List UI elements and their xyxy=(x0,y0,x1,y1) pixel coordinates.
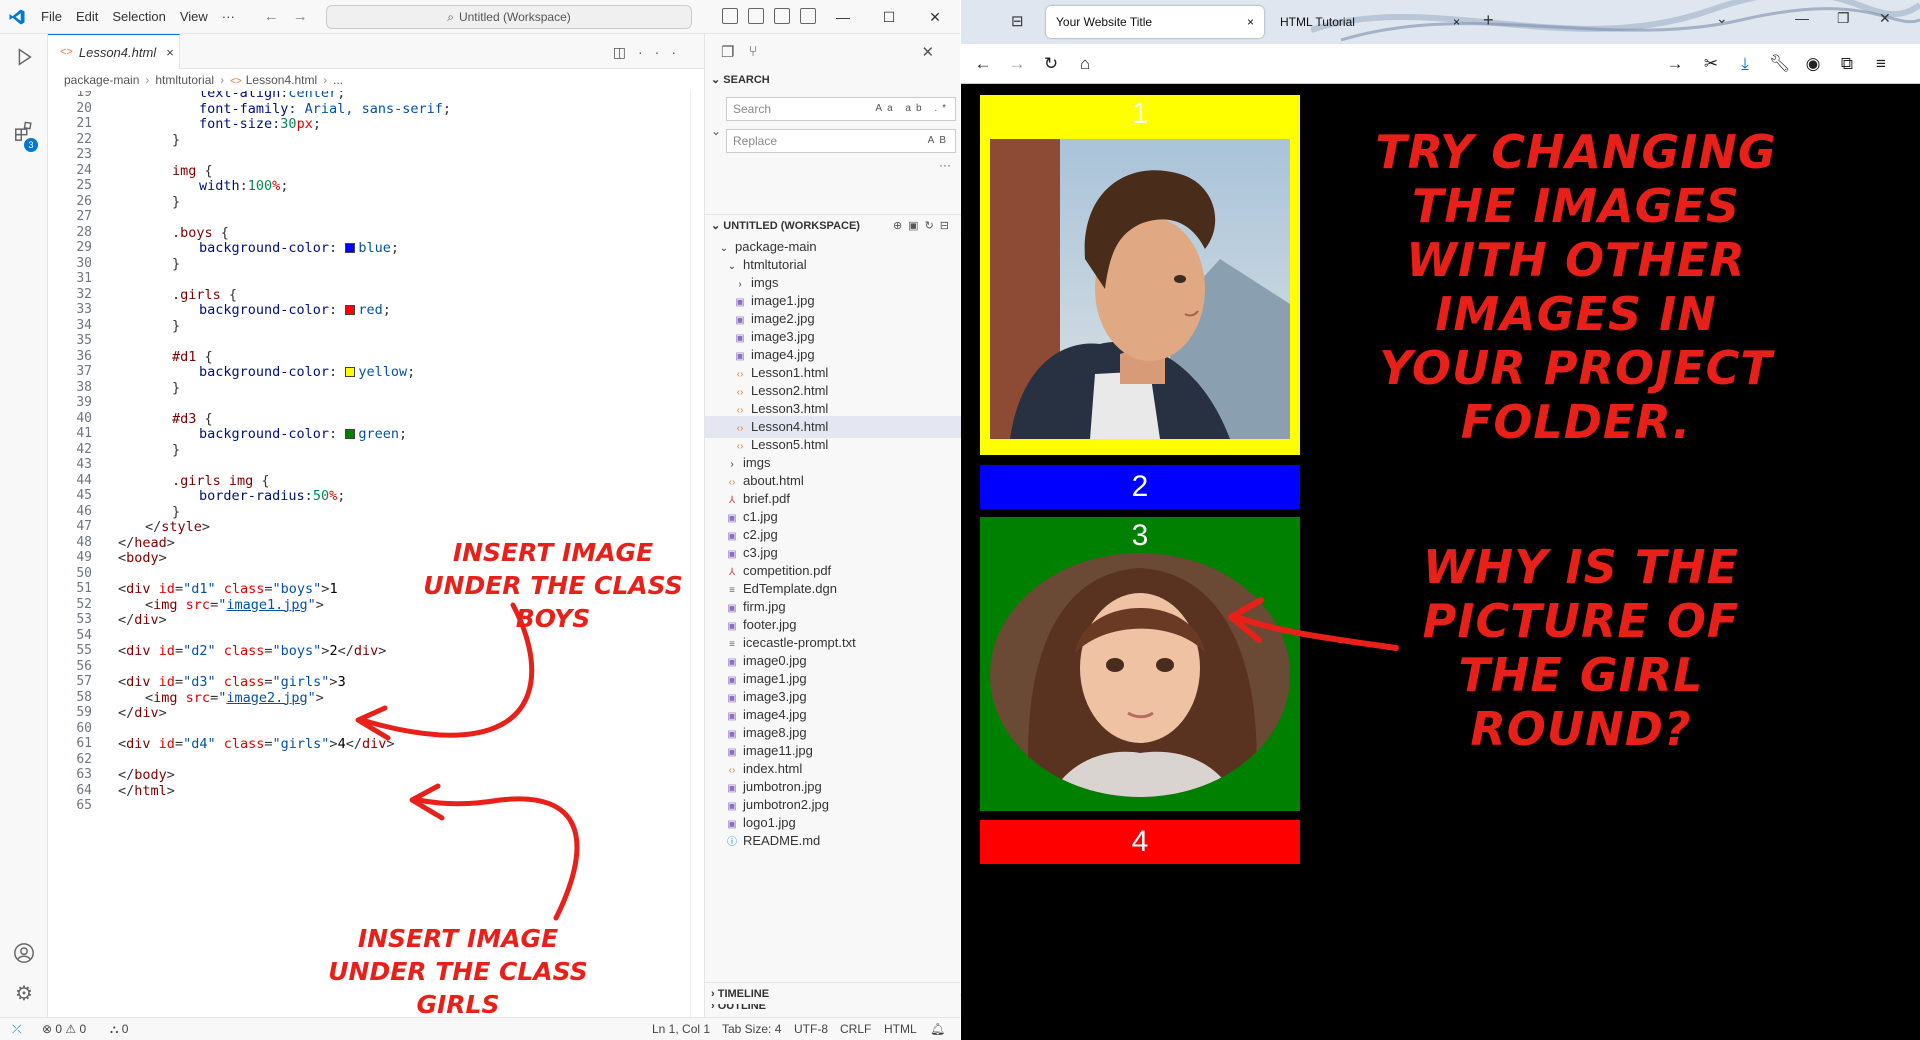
explorer-actions-icon[interactable]: ⊕▣↻⊟ xyxy=(893,215,955,237)
tree-item-label: icecastle-prompt.txt xyxy=(743,635,856,650)
tree-item-label: README.md xyxy=(743,833,821,848)
tree-item-label: competition.pdf xyxy=(743,563,832,578)
replace-input-placeholder: Replace xyxy=(733,134,778,148)
browser-tab-label: Your Website Title xyxy=(1056,15,1153,29)
browser-tab-html-tutorial[interactable]: HTML Tutorial × xyxy=(1270,6,1470,38)
tree-item-label: image1.jpg xyxy=(743,671,807,686)
tree-item[interactable]: ⓘ README.md xyxy=(705,830,961,852)
extensions-puzzle-icon[interactable]: ⧉ xyxy=(1837,54,1857,74)
browser-window: ⊟ Your Website Title × HTML Tutorial × +… xyxy=(961,0,1920,1040)
tab-overview-icon[interactable]: ⊟ xyxy=(1011,12,1024,30)
tree-item-label: c1.jpg xyxy=(743,509,778,524)
info-file-icon: ⓘ xyxy=(727,837,737,848)
workspace-title: UNTITLED (WORKSPACE) xyxy=(723,220,860,232)
tree-item-label: imgs xyxy=(751,275,779,290)
timeline-section[interactable]: › TIMELINE xyxy=(705,982,960,1004)
home-icon[interactable]: ⌂ xyxy=(1075,54,1095,74)
tree-item-label: firm.jpg xyxy=(743,599,786,614)
source-control-icon[interactable]: ⑂ xyxy=(748,43,757,60)
replace-input[interactable]: Replace AB xyxy=(726,129,956,153)
remote-icon[interactable]: ⤫ xyxy=(12,1018,22,1040)
new-tab-button[interactable]: + xyxy=(1483,10,1494,31)
download-icon[interactable]: ⤓ xyxy=(1735,54,1755,74)
reload-icon[interactable]: ↻ xyxy=(1041,54,1061,74)
tree-item-label: image1.jpg xyxy=(751,293,815,308)
browser-tab-bar: ⊟ Your Website Title × HTML Tutorial × +… xyxy=(961,0,1920,44)
account-icon[interactable]: ◉ xyxy=(1803,54,1823,74)
sidebar-view-switcher: ❐ ⑂ ✕ xyxy=(705,34,960,69)
tree-item-label: image4.jpg xyxy=(743,707,807,722)
close-panel-icon[interactable]: ✕ xyxy=(921,43,934,61)
search-input[interactable]: Search Aa ab .* xyxy=(726,97,956,121)
tree-item-label: image8.jpg xyxy=(743,725,807,740)
workspace-section-title[interactable]: ⌄ UNTITLED (WORKSPACE) ⊕▣↻⊟ xyxy=(705,214,961,236)
line-ending[interactable]: CRLF xyxy=(840,1018,871,1040)
tab-size[interactable]: Tab Size: 4 xyxy=(722,1018,781,1040)
tree-item-label: logo1.jpg xyxy=(743,815,796,830)
language-mode[interactable]: HTML xyxy=(884,1018,917,1040)
close-icon[interactable]: ✕ xyxy=(1879,10,1891,27)
restore-icon[interactable]: ❐ xyxy=(1837,10,1850,27)
cursor-position[interactable]: Ln 1, Col 1 xyxy=(652,1018,710,1040)
tab-list-chevron-icon[interactable]: ⌄ xyxy=(1716,10,1728,27)
tree-item-label: Lesson1.html xyxy=(751,365,829,380)
notifications-bell-icon[interactable]: 🔔︎ xyxy=(930,1018,945,1040)
chevron-down-icon[interactable]: ⌄ xyxy=(711,124,721,138)
tree-item-label: image2.jpg xyxy=(751,311,815,326)
files-icon[interactable]: ❐ xyxy=(721,43,734,61)
tree-item-label: c2.jpg xyxy=(743,527,778,542)
tree-item-label: image3.jpg xyxy=(743,689,807,704)
go-arrow-icon[interactable]: → xyxy=(1665,54,1685,74)
tree-item-label: image3.jpg xyxy=(751,329,815,344)
tree-item-label: about.html xyxy=(743,473,804,488)
annotation-arrow-to-girl xyxy=(1228,597,1399,651)
ports-status[interactable]: ⛬ 0 xyxy=(110,1018,128,1040)
tab-close-icon[interactable]: × xyxy=(1247,6,1254,38)
rendered-webpage: 1 2 3 4 TRY CHANGING THE IMAGES WITH OTH… xyxy=(961,85,1920,1040)
tree-item-label: Lesson5.html xyxy=(751,437,829,452)
more-icon[interactable]: ··· xyxy=(939,158,951,172)
search-section-title: ⌄ SEARCH xyxy=(705,69,960,91)
chevron-down-icon[interactable]: ⌄ xyxy=(711,74,723,86)
tree-item-label: index.html xyxy=(743,761,803,776)
search-input-placeholder: Search xyxy=(733,102,772,116)
tree-item-label: Lesson2.html xyxy=(751,383,829,398)
browser-toolbar: ← → ↻ ⌂ → ✂ ⤓ 🔧︎ ◉ ⧉ ≡ xyxy=(961,44,1920,84)
tree-item-label: c3.jpg xyxy=(743,545,778,560)
search-options[interactable]: Aa ab .* xyxy=(875,98,951,120)
screenshot-icon[interactable]: ✂ xyxy=(1701,54,1721,74)
search-title: SEARCH xyxy=(723,74,770,86)
minimize-icon[interactable]: — xyxy=(1795,10,1809,26)
back-icon[interactable]: ← xyxy=(973,54,993,74)
explorer-sidebar: ❐ ⑂ ✕ ⌄ SEARCH Search Aa ab .* Replace AB … xyxy=(704,34,961,1017)
tools-wrench-icon[interactable]: 🔧︎ xyxy=(1769,54,1791,74)
tab-close-icon[interactable]: × xyxy=(1453,6,1460,38)
tree-item-label: EdTemplate.dgn xyxy=(743,581,837,596)
tree-item-label: Lesson3.html xyxy=(751,401,829,416)
menu-hamburger-icon[interactable]: ≡ xyxy=(1871,54,1891,74)
tree-item-label: jumbotron.jpg xyxy=(743,779,822,794)
tree-item-label: package-main xyxy=(735,239,817,254)
status-bar: ⤫ ⊗ 0 ⚠ 0 ⛬ 0 Ln 1, Col 1 Tab Size: 4 UT… xyxy=(0,1017,960,1040)
vscode-window: File Edit Selection View ··· ←→ ⌕ Untitl… xyxy=(0,0,961,1040)
problems-status[interactable]: ⊗ 0 ⚠ 0 xyxy=(42,1018,86,1040)
replace-options[interactable]: AB xyxy=(928,130,951,152)
tree-item-label: footer.jpg xyxy=(743,617,797,632)
tree-item-label: Lesson4.html xyxy=(751,419,829,434)
tree-item-label: htmltutorial xyxy=(743,257,807,272)
encoding[interactable]: UTF-8 xyxy=(794,1018,828,1040)
tree-item-label: brief.pdf xyxy=(743,491,790,506)
tree-item-label: jumbotron2.jpg xyxy=(743,797,829,812)
forward-icon[interactable]: → xyxy=(1007,54,1027,74)
tree-item-label: image4.jpg xyxy=(751,347,815,362)
timeline-title: TIMELINE xyxy=(717,988,770,1000)
browser-tab-active[interactable]: Your Website Title × xyxy=(1046,6,1264,38)
tree-item-label: image0.jpg xyxy=(743,653,807,668)
tree-item-label: image11.jpg xyxy=(743,743,813,758)
browser-tab-label: HTML Tutorial xyxy=(1280,15,1355,29)
tree-item-label: imgs xyxy=(743,455,771,470)
